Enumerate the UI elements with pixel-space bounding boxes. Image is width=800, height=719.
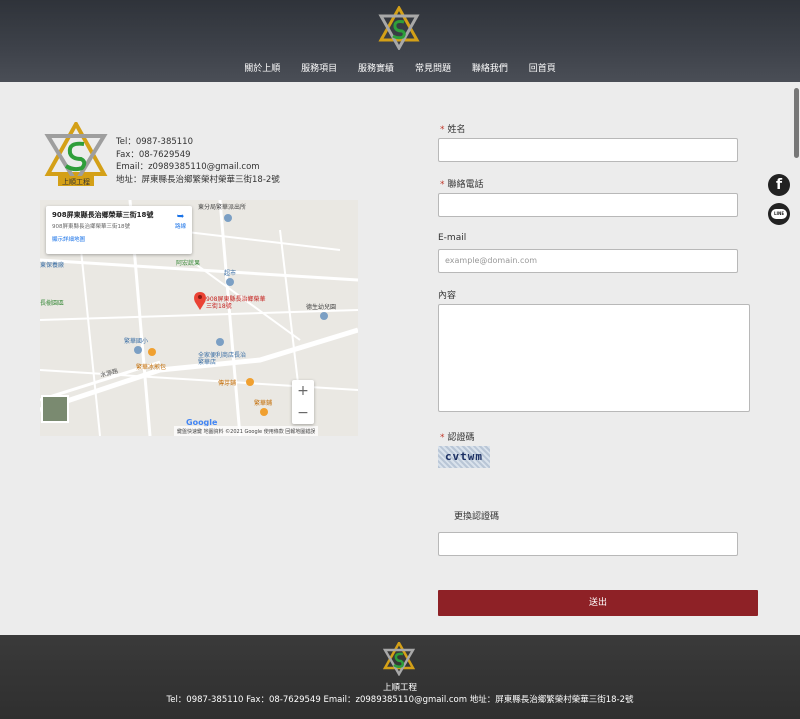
map-label-police: 東分局繁華派出所 xyxy=(198,204,247,211)
map-label-school: 繁華國小 xyxy=(124,338,149,345)
content-label: 內容 xyxy=(438,291,457,301)
map-label-depot: 東保養廠 xyxy=(40,262,65,269)
captcha-label-text: 認證碼 xyxy=(447,433,475,443)
site-header: 關於上順 服務項目 服務實績 常見問題 聯絡我們 回首頁 xyxy=(0,0,800,82)
line-icon-text: LINE xyxy=(771,209,787,219)
name-label-text: 姓名 xyxy=(447,125,466,135)
map-card-title: 908屏東縣長治鄉榮華三街18號 xyxy=(52,211,154,219)
phone-label: * 聯絡電話 xyxy=(440,177,484,190)
contact-address: 地址：屏東縣長治鄉繁榮村榮華三街18-2號 xyxy=(116,174,280,185)
map-place-card: 908屏東縣長治鄉榮華三街18號 908屏東縣長治鄉榮華三街18號 顯示詳細地圖… xyxy=(46,206,192,254)
contact-email: Email：z0989385110@gmail.com xyxy=(116,162,260,172)
line-icon[interactable]: LINE xyxy=(768,203,790,225)
submit-button[interactable]: 送出 xyxy=(438,590,758,616)
nav-item-home[interactable]: 回首頁 xyxy=(529,61,556,74)
map-label-kindergarten: 德生幼兒園 xyxy=(306,304,337,311)
required-mark: * xyxy=(440,125,445,135)
nav-item-services[interactable]: 服務項目 xyxy=(301,61,337,74)
main-nav: 關於上順 服務項目 服務實績 常見問題 聯絡我們 回首頁 xyxy=(0,61,800,74)
captcha-image: cvtwm xyxy=(438,446,490,468)
refresh-captcha-link[interactable]: 更換認證碼 xyxy=(454,509,499,522)
email-input[interactable]: example@domain.com xyxy=(438,249,738,273)
footer-logo-icon xyxy=(383,642,415,676)
map-label-park: 長樹園區 xyxy=(40,300,65,307)
captcha-label: * 認證碼 xyxy=(440,430,475,443)
email-label: E-mail xyxy=(438,233,467,243)
map-directions-button[interactable]: ➥ 路線 xyxy=(175,212,186,230)
map-attribution[interactable]: 鍵盤快速鍵 地圖資料 ©2021 Google 使用條款 回報地圖錯誤 xyxy=(174,426,319,436)
contact-info: Tel：0987-385110 Fax：08-7629549 Email：z09… xyxy=(116,136,280,186)
footer-company-name: 上順工程 xyxy=(382,683,417,693)
footer-contact-info: Tel：0987-385110 Fax：08-7629549 Email：z09… xyxy=(166,695,634,705)
phone-label-text: 聯絡電話 xyxy=(447,180,484,190)
map-zoom-controls: + − xyxy=(292,380,314,424)
name-input[interactable] xyxy=(438,138,738,162)
required-mark: * xyxy=(440,180,445,190)
nav-item-portfolio[interactable]: 服務實績 xyxy=(358,61,394,74)
zoom-out-button[interactable]: − xyxy=(292,402,314,424)
zoom-in-button[interactable]: + xyxy=(292,380,314,402)
content-textarea[interactable] xyxy=(438,304,750,412)
contact-fax: Fax：08-7629549 xyxy=(116,149,191,160)
map-card-subtitle: 908屏東縣長治鄉榮華三街18號 xyxy=(52,224,130,230)
map-label-fanhua: 繁華鋪 xyxy=(254,400,273,407)
map-label-shop: 傳芽鋪 xyxy=(218,380,237,387)
map-view-larger-link[interactable]: 顯示詳細地圖 xyxy=(52,235,186,243)
required-mark: * xyxy=(440,433,445,443)
map-label-food: 繁華冰煎包 xyxy=(136,364,167,371)
nav-item-about[interactable]: 關於上順 xyxy=(244,61,280,74)
logo-text: 上順工程 xyxy=(62,177,90,186)
scrollbar-thumb[interactable] xyxy=(794,88,799,158)
captcha-input[interactable] xyxy=(438,532,738,556)
directions-label: 路線 xyxy=(174,224,186,230)
star-logo-icon[interactable] xyxy=(378,6,420,50)
map-label-familymart: 全家便利商店長治繁華店 xyxy=(198,352,247,366)
directions-icon: ➥ xyxy=(176,212,185,222)
name-label: * 姓名 xyxy=(440,122,466,135)
nav-item-contact[interactable]: 聯絡我們 xyxy=(472,61,508,74)
nav-item-faq[interactable]: 常見問題 xyxy=(415,61,451,74)
phone-input[interactable] xyxy=(438,193,738,217)
contact-tel: Tel：0987-385110 xyxy=(116,137,193,147)
facebook-icon[interactable]: f xyxy=(768,174,790,196)
company-logo-icon: 上順工程 xyxy=(44,122,108,186)
map-label-produce: 阿宏蔬果 xyxy=(176,260,201,267)
map-label-market: 超市 xyxy=(224,270,237,277)
map-pin-label: 908屏東縣長治鄉榮華三街18號 xyxy=(206,296,266,310)
